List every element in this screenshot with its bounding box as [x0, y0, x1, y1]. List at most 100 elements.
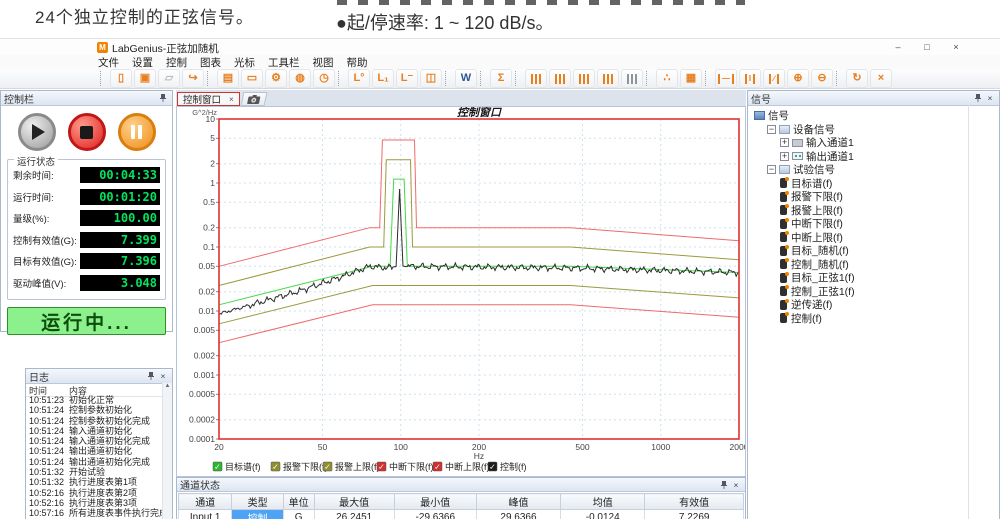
pause-button[interactable] — [118, 113, 156, 151]
channel-status-panel: 通道状态 × 通道类型单位最大值最小值峰值均值有效值Input 1控制G26.2… — [176, 477, 746, 519]
folder-icon — [779, 125, 790, 134]
histogram-1-icon[interactable] — [525, 69, 547, 88]
histogram-edit-icon[interactable] — [597, 69, 619, 88]
maximize-button[interactable]: □ — [915, 39, 939, 56]
signal-panel-title: 信号 — [751, 91, 771, 106]
menu-item-6[interactable]: 视图 — [313, 55, 334, 70]
transport-buttons — [1, 113, 172, 151]
legend-item[interactable]: ✓中断下限(f) — [377, 461, 434, 472]
tree-item[interactable]: +输出通道1 — [780, 150, 999, 164]
tab-snapshot[interactable] — [240, 92, 267, 106]
collapse-icon[interactable]: − — [767, 125, 776, 134]
expand-icon[interactable]: + — [780, 152, 789, 161]
tree-item[interactable]: 中断下限(f) — [780, 217, 999, 231]
menu-item-0[interactable]: 文件 — [98, 55, 119, 70]
pin-icon[interactable] — [972, 92, 984, 104]
pin-icon[interactable] — [145, 370, 157, 382]
collapse-icon[interactable]: − — [767, 165, 776, 174]
play-button[interactable] — [18, 113, 56, 151]
histogram-3-icon[interactable] — [573, 69, 595, 88]
menu-item-3[interactable]: 图表 — [200, 55, 221, 70]
close-button[interactable]: × — [944, 39, 968, 56]
tree-item[interactable]: 目标_正弦1(f) — [780, 271, 999, 285]
minimize-button[interactable]: – — [886, 39, 910, 56]
legend-item[interactable]: ✓报警上限(f) — [323, 461, 380, 472]
tree-item[interactable]: 目标_随机(f) — [780, 244, 999, 258]
open-folder-icon[interactable]: ▱ — [158, 69, 180, 88]
tree-item[interactable]: 控制_随机(f) — [780, 258, 999, 272]
scroll-up-icon[interactable]: ▲ — [165, 383, 171, 389]
new-file-icon[interactable]: ▯ — [110, 69, 132, 88]
schedule-clock-icon[interactable]: ◷ — [313, 69, 335, 88]
tree-item[interactable]: 逆传递(f) — [780, 298, 999, 312]
toolbar-separator — [705, 71, 710, 86]
histogram-gray-icon[interactable] — [621, 69, 643, 88]
tab-control-window[interactable]: 控制窗口 × — [177, 92, 240, 106]
cursor-vertical-icon[interactable]: I — [739, 69, 761, 88]
zoom-out-icon[interactable]: ⊖ — [811, 69, 833, 88]
tree-item[interactable]: −试验信号 — [767, 163, 999, 177]
toolbar-separator — [646, 71, 651, 86]
menu-item-7[interactable]: 帮助 — [347, 55, 368, 70]
tree-item[interactable]: 报警下限(f) — [780, 190, 999, 204]
print-icon[interactable]: ▤ — [217, 69, 239, 88]
camera-icon — [247, 95, 261, 104]
legend-item[interactable]: ✓中断上限(f) — [433, 461, 490, 472]
tree-item[interactable]: 控制(f) — [780, 312, 999, 326]
log-content: 开始试验 — [69, 467, 163, 477]
pin-icon[interactable] — [157, 92, 169, 104]
close-icon[interactable]: × — [984, 92, 996, 104]
menu-item-5[interactable]: 工具栏 — [268, 55, 300, 70]
grid-calc-icon[interactable]: ▦ — [680, 69, 702, 88]
menu-item-2[interactable]: 控制 — [166, 55, 187, 70]
channel-table-row[interactable]: Input 1控制G26.2451-29.636629.6366-0.01247… — [179, 510, 744, 519]
level-minus-icon[interactable]: L⁻ — [396, 69, 418, 88]
close-icon[interactable]: × — [730, 479, 742, 491]
expand-icon[interactable]: + — [780, 138, 789, 147]
tree-item[interactable]: 报警上限(f) — [780, 204, 999, 218]
tree-item[interactable]: 信号 — [754, 109, 999, 123]
export-icon[interactable]: ↪ — [182, 69, 204, 88]
legend-item[interactable]: ✓报警下限(f) — [271, 461, 328, 472]
refresh-icon[interactable]: ↻ — [846, 69, 868, 88]
svg-text:20: 20 — [214, 442, 224, 452]
clear-icon[interactable]: × — [870, 69, 892, 88]
tree-item[interactable]: −设备信号 — [767, 123, 999, 137]
menu-item-4[interactable]: 光标 — [234, 55, 255, 70]
channel-column-header: 峰值 — [476, 494, 560, 510]
stop-button[interactable] — [68, 113, 106, 151]
nodes-icon[interactable]: ∴ — [656, 69, 678, 88]
menu-item-1[interactable]: 设置 — [132, 55, 153, 70]
level-sub-icon[interactable]: L₁ — [372, 69, 394, 88]
signal-panel: 信号 × 信号−设备信号+输入通道1+输出通道1−试验信号目标谱(f)报警下限(… — [747, 90, 1000, 519]
save-icon[interactable]: ▣ — [134, 69, 156, 88]
legend-item[interactable]: ✓控制(f) — [488, 461, 527, 472]
svg-text:✓: ✓ — [434, 463, 441, 472]
legend-item[interactable]: ✓目标谱(f) — [213, 461, 261, 472]
settings-gear-icon[interactable]: ⚙ — [265, 69, 287, 88]
cursor-slope-icon[interactable]: ∕ — [763, 69, 785, 88]
sphere-icon[interactable]: ◍ — [289, 69, 311, 88]
svg-text:0.2: 0.2 — [203, 223, 215, 233]
tree-item[interactable]: 控制_正弦1(f) — [780, 285, 999, 299]
pin-icon[interactable] — [718, 479, 730, 491]
tree-item[interactable]: 目标谱(f) — [780, 177, 999, 191]
log-scrollbar[interactable]: ▲ — [162, 383, 172, 519]
chart-canvas[interactable]: 105210.50.20.10.050.020.010.0050.0020.00… — [177, 107, 745, 476]
tab-close-icon[interactable]: × — [229, 95, 234, 104]
zoom-in-icon[interactable]: ⊕ — [787, 69, 809, 88]
word-report-icon[interactable]: W — [455, 69, 477, 88]
cursor-horizontal-icon[interactable]: — — [715, 69, 737, 88]
tree-item[interactable]: 中断上限(f) — [780, 231, 999, 245]
log-row: 10:51:24输出通道初始化完成 — [26, 457, 163, 467]
svg-text:50: 50 — [318, 442, 328, 452]
tree-item[interactable]: +输入通道1 — [780, 136, 999, 150]
cascade-windows-icon[interactable]: ◫ — [420, 69, 442, 88]
histogram-2-icon[interactable] — [549, 69, 571, 88]
sum-sigma-icon[interactable]: Σ — [490, 69, 512, 88]
report-icon[interactable]: ▭ — [241, 69, 263, 88]
tree-item-label: 信号 — [768, 108, 789, 123]
chart-window: 105210.50.20.10.050.020.010.0050.0020.00… — [176, 106, 746, 477]
close-icon[interactable]: × — [157, 370, 169, 382]
level-degree-icon[interactable]: L° — [348, 69, 370, 88]
